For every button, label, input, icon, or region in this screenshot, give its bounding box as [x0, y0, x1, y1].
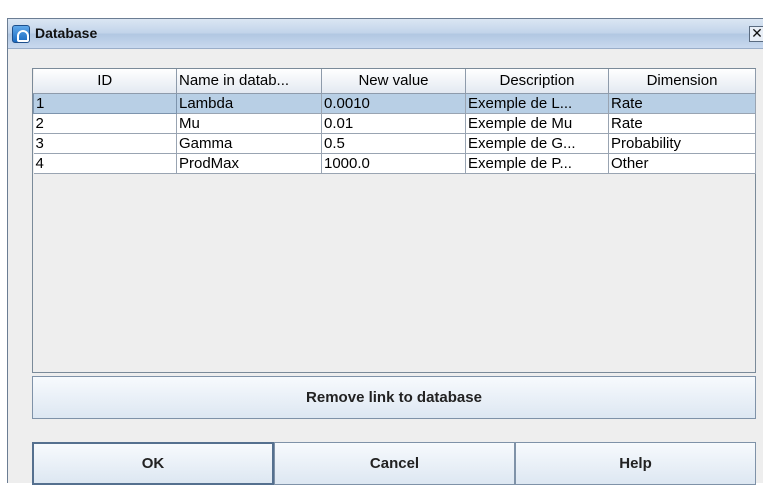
column-header-description[interactable]: Description: [465, 69, 609, 94]
cell-dimension[interactable]: Other: [608, 153, 756, 174]
app-icon: [12, 25, 30, 43]
table-row[interactable]: 2 Mu 0.01 Exemple de Mu Rate: [33, 113, 756, 134]
table-header-row: ID Name in datab... New value Descriptio…: [33, 69, 756, 94]
database-table-panel: ID Name in datab... New value Descriptio…: [32, 68, 756, 373]
cell-dimension[interactable]: Rate: [608, 93, 756, 114]
column-header-dimension[interactable]: Dimension: [608, 69, 756, 94]
cell-name[interactable]: Mu: [176, 113, 322, 134]
cell-id[interactable]: 1: [33, 92, 177, 114]
column-header-new-value[interactable]: New value: [321, 69, 466, 94]
cell-id[interactable]: 3: [33, 133, 177, 154]
table-row[interactable]: 4 ProdMax 1000.0 Exemple de P... Other: [33, 153, 756, 174]
help-button[interactable]: Help: [515, 442, 756, 485]
cell-id[interactable]: 4: [33, 153, 177, 174]
cell-description[interactable]: Exemple de L...: [465, 93, 609, 114]
close-button[interactable]: ✕: [749, 26, 763, 42]
cell-name[interactable]: ProdMax: [176, 153, 322, 174]
column-header-id[interactable]: ID: [33, 69, 177, 94]
cell-dimension[interactable]: Rate: [608, 113, 756, 134]
cell-dimension[interactable]: Probability: [608, 133, 756, 154]
cell-name[interactable]: Gamma: [176, 133, 322, 154]
cell-new-value[interactable]: 0.0010: [321, 93, 466, 114]
column-header-name[interactable]: Name in datab...: [176, 69, 322, 94]
ok-button[interactable]: OK: [32, 442, 274, 485]
remove-link-button[interactable]: Remove link to database: [32, 376, 756, 419]
cancel-button[interactable]: Cancel: [274, 442, 515, 485]
cell-description[interactable]: Exemple de G...: [465, 133, 609, 154]
cell-id[interactable]: 2: [33, 113, 177, 134]
cell-new-value[interactable]: 0.01: [321, 113, 466, 134]
cell-description[interactable]: Exemple de Mu: [465, 113, 609, 134]
table-row[interactable]: 1 Lambda 0.0010 Exemple de L... Rate: [33, 92, 756, 114]
cell-name[interactable]: Lambda: [176, 93, 322, 114]
dialog-button-row: OK Cancel Help: [32, 442, 756, 485]
database-dialog: Database ✕ ID Name in datab... New value…: [7, 18, 763, 485]
cell-new-value[interactable]: 0.5: [321, 133, 466, 154]
database-table: ID Name in datab... New value Descriptio…: [33, 69, 756, 174]
dialog-title: Database: [35, 25, 98, 41]
cell-new-value[interactable]: 1000.0: [321, 153, 466, 174]
cell-description[interactable]: Exemple de P...: [465, 153, 609, 174]
table-row[interactable]: 3 Gamma 0.5 Exemple de G... Probability: [33, 133, 756, 154]
title-bar[interactable]: Database ✕: [8, 19, 763, 49]
